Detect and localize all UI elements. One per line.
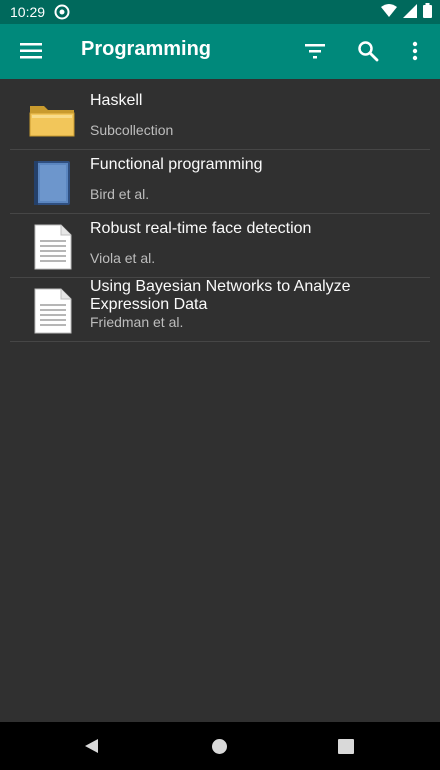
- item-title: Robust real-time face detection: [90, 220, 312, 237]
- item-subtitle: Viola et al.: [90, 250, 156, 266]
- item-subtitle: Bird et al.: [90, 186, 150, 202]
- item-subtitle: Subcollection: [90, 122, 174, 138]
- menu-icon[interactable]: [19, 39, 43, 63]
- list-item-functional-programming[interactable]: Functional programming Bird et al.: [10, 150, 430, 214]
- wifi-icon: [381, 3, 397, 23]
- sync-status-icon: [54, 4, 70, 20]
- items-list: Haskell Subcollection Functional program…: [0, 86, 440, 342]
- item-title: Using Bayesian Networks to Analyze Expre…: [90, 278, 351, 313]
- document-icon: [28, 288, 76, 334]
- search-icon[interactable]: [356, 39, 380, 63]
- app-bar: Programming: [0, 24, 440, 79]
- item-title: Functional programming: [90, 156, 263, 173]
- item-title: Haskell: [90, 92, 143, 109]
- folder-icon: [28, 96, 76, 142]
- list-item-haskell[interactable]: Haskell Subcollection: [10, 86, 430, 150]
- item-subtitle: Friedman et al.: [90, 314, 184, 330]
- battery-icon: [423, 3, 432, 23]
- filter-icon[interactable]: [303, 39, 327, 63]
- status-bar: 10:29: [0, 0, 440, 24]
- home-icon[interactable]: [211, 738, 228, 760]
- system-nav-bar: [0, 722, 440, 770]
- cellular-signal-icon: [403, 3, 417, 23]
- list-item-bayesian-networks[interactable]: Using Bayesian Networks to Analyze Expre…: [10, 278, 430, 342]
- list-item-face-detection[interactable]: Robust real-time face detection Viola et…: [10, 214, 430, 278]
- more-vert-icon[interactable]: [403, 39, 427, 63]
- page-title: Programming: [81, 38, 212, 60]
- back-icon[interactable]: [84, 738, 100, 759]
- book-icon: [28, 160, 76, 206]
- recents-icon[interactable]: [338, 739, 354, 759]
- status-time: 10:29: [10, 4, 46, 20]
- document-icon: [28, 224, 76, 270]
